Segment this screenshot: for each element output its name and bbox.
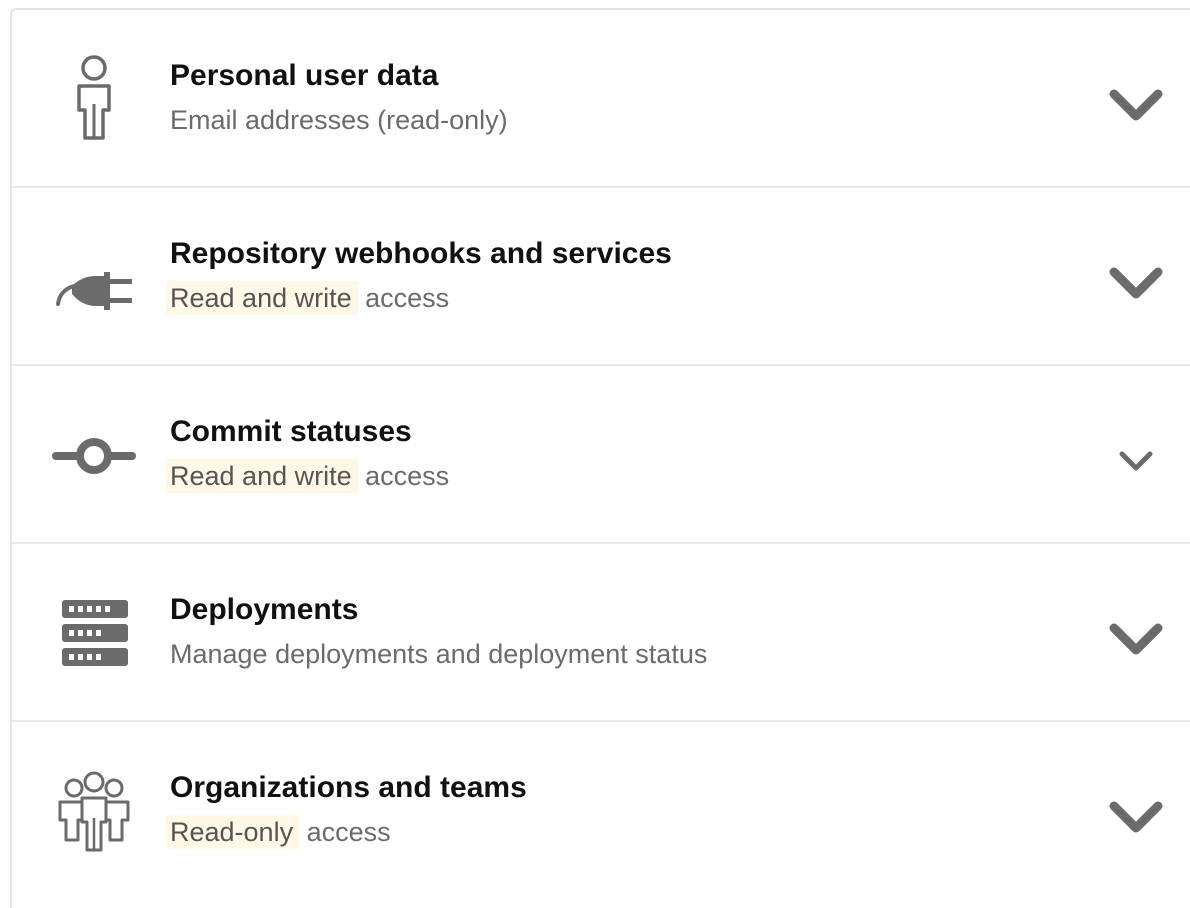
permission-title: Personal user data (170, 59, 439, 92)
permission-description: Read-only access (166, 814, 1050, 850)
chevron-down-icon[interactable] (1106, 252, 1166, 312)
permission-title: Organizations and teams (170, 771, 527, 804)
permission-description-text: access (357, 461, 450, 491)
permission-description: Read and write access (166, 458, 1050, 494)
chevron-down-icon[interactable] (1116, 440, 1156, 480)
access-level-highlight: Read and write (166, 459, 358, 493)
permission-row-personal-user-data[interactable]: Personal user data Email addresses (read… (12, 10, 1190, 188)
plug-icon (52, 232, 136, 328)
organization-icon (52, 766, 136, 862)
permission-description-text: access (299, 817, 391, 847)
permission-row-organizations-teams[interactable]: Organizations and teams Read-only access (12, 722, 1190, 900)
access-level-highlight: Read-only (166, 815, 300, 849)
server-icon (52, 588, 136, 684)
permission-description-text: access (357, 283, 450, 313)
permission-description-text: Manage deployments and deployment status (170, 639, 708, 669)
commit-icon (52, 410, 136, 506)
access-level-highlight: Read and write (166, 281, 358, 315)
chevron-down-icon[interactable] (1106, 786, 1166, 846)
permission-row-deployments[interactable]: Deployments Manage deployments and deplo… (12, 544, 1190, 722)
permission-title: Repository webhooks and services (170, 237, 672, 270)
permission-description-text: Email addresses (read-only) (170, 105, 508, 135)
permission-row-commit-statuses[interactable]: Commit statuses Read and write access (12, 366, 1190, 544)
permission-description: Manage deployments and deployment status (170, 636, 1050, 672)
chevron-down-icon[interactable] (1106, 608, 1166, 668)
chevron-down-icon[interactable] (1106, 74, 1166, 134)
permissions-list: Personal user data Email addresses (read… (10, 8, 1190, 908)
permission-row-repository-webhooks[interactable]: Repository webhooks and services Read an… (12, 188, 1190, 366)
permission-title: Deployments (170, 593, 359, 626)
permission-description: Read and write access (166, 280, 1050, 316)
permission-description: Email addresses (read-only) (170, 102, 1050, 138)
person-icon (52, 54, 136, 150)
permission-title: Commit statuses (170, 415, 412, 448)
